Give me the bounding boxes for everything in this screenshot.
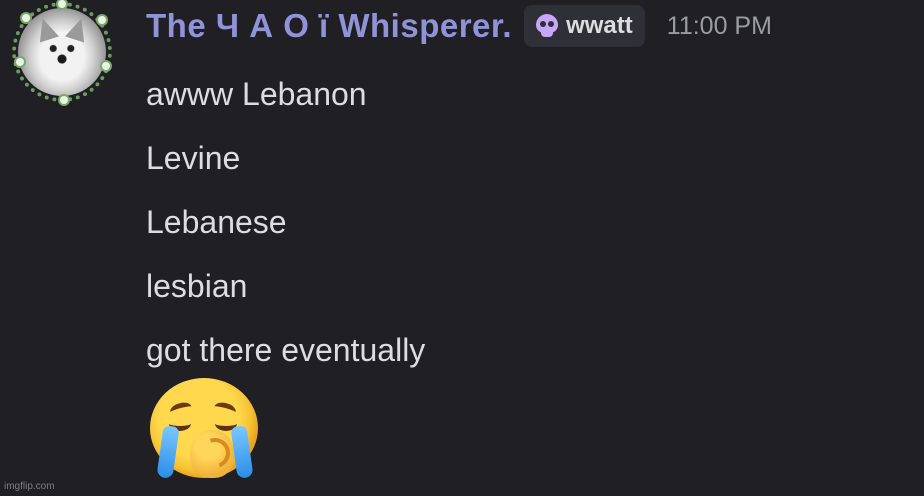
message-text: Lebanese	[146, 204, 287, 240]
message-header: The Ч А О ï Whisperer. wwatt 11:00 PM	[146, 4, 772, 48]
message-text: awww Lebanon	[146, 76, 367, 112]
avatar-image	[18, 8, 106, 96]
server-tag-label: wwatt	[566, 12, 633, 39]
flower-icon	[60, 96, 68, 104]
message-text: lesbian	[146, 268, 248, 304]
server-tag[interactable]: wwatt	[524, 5, 645, 47]
flower-icon	[102, 62, 110, 70]
loudly-crying-face-icon[interactable]	[150, 378, 262, 482]
flower-icon	[98, 16, 106, 24]
flower-icon	[16, 58, 24, 66]
timestamp[interactable]: 11:00 PM	[667, 12, 772, 41]
watermark: imgflip.com	[4, 481, 55, 492]
wolf-ear-icon	[65, 15, 91, 43]
flower-icon	[58, 0, 66, 8]
avatar[interactable]	[12, 0, 112, 104]
skull-icon	[534, 13, 560, 39]
chat-message: The Ч А О ï Whisperer. wwatt 11:00 PM aw…	[0, 0, 924, 496]
message-text: Levine	[146, 140, 241, 176]
message-list: awww Lebanon Levine Lebanese lesbian got…	[146, 62, 425, 382]
wolf-ear-icon	[33, 15, 59, 43]
flower-icon	[22, 14, 30, 22]
message-text: got there eventually	[146, 332, 426, 368]
username[interactable]: The Ч А О ï Whisperer.	[146, 7, 512, 45]
